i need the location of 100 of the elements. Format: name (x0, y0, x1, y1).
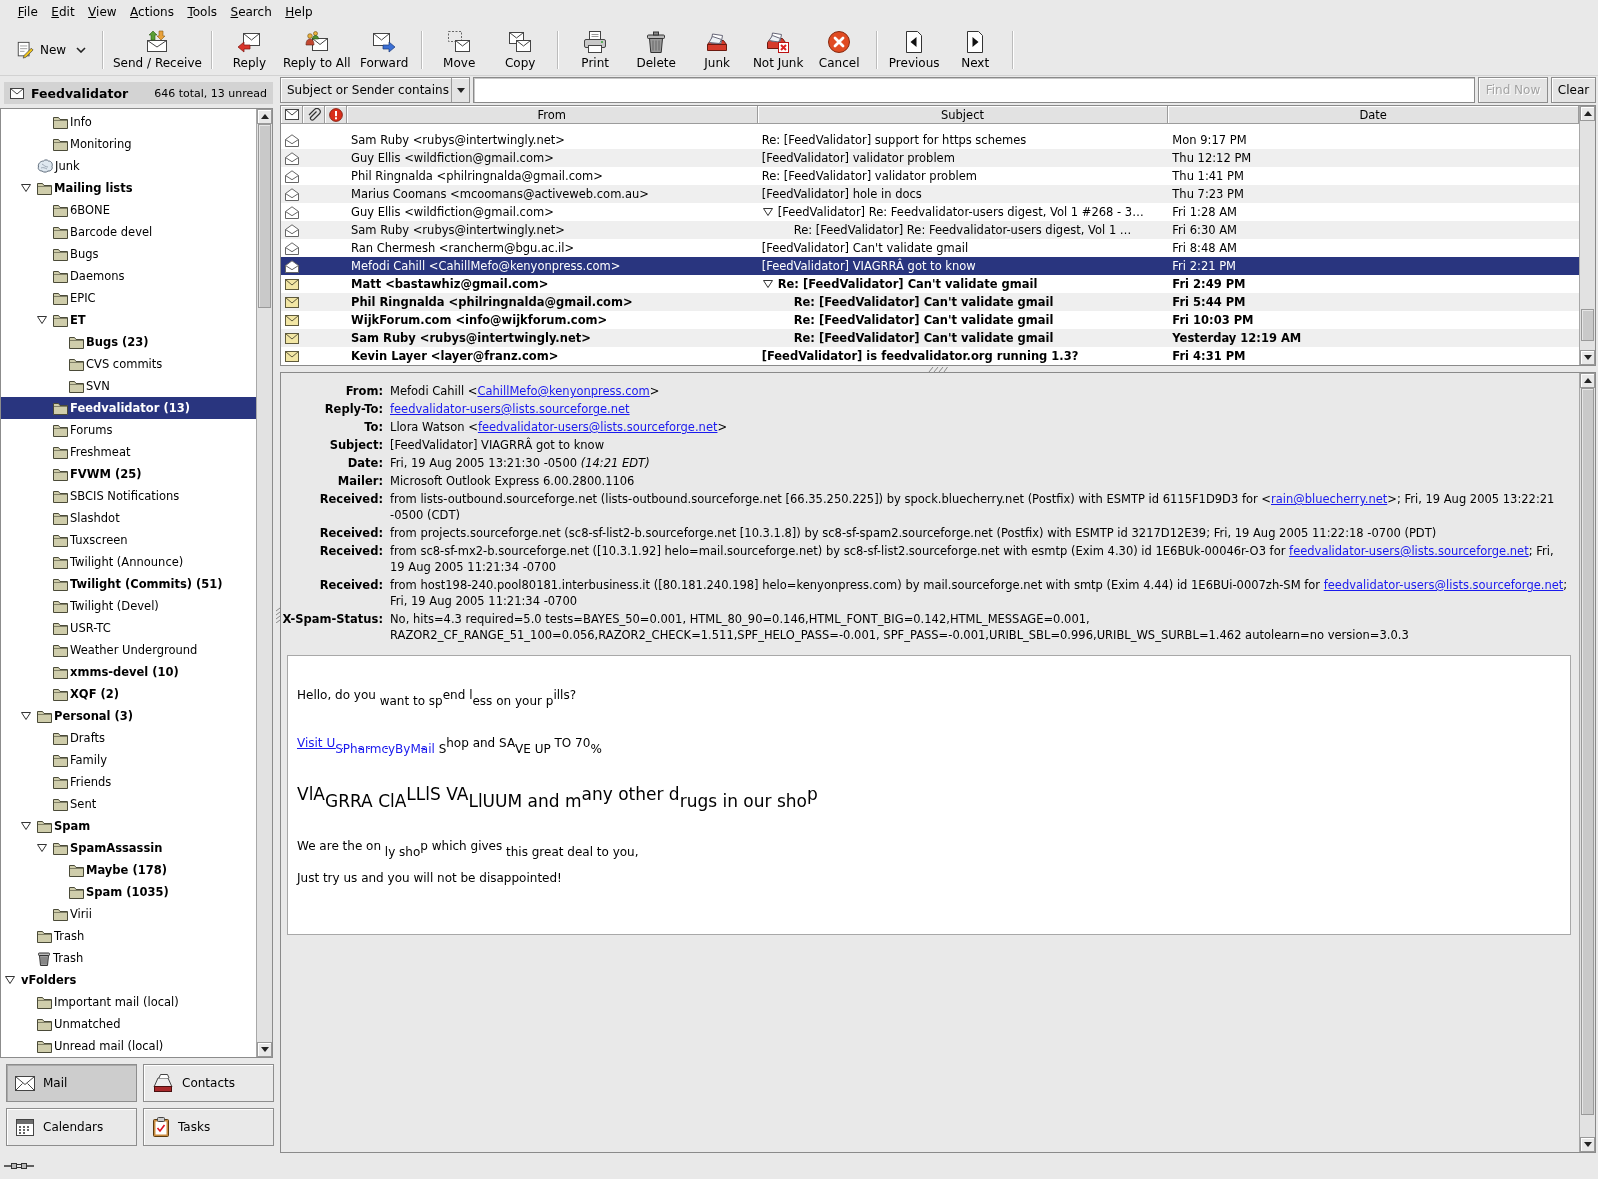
resize-grip-icon[interactable] (276, 606, 280, 623)
folder-item[interactable]: CVS commits (1, 353, 256, 375)
triangle-down-icon[interactable] (37, 316, 47, 324)
folder-item[interactable]: Monitoring (1, 133, 256, 155)
scroll-down-button[interactable] (257, 1042, 272, 1057)
menu-item[interactable]: File (11, 2, 45, 22)
switcher-button[interactable]: Calendars (6, 1108, 137, 1146)
reply-all-button[interactable]: Reply to All (279, 25, 354, 74)
email-link[interactable]: feedvalidator-users@lists.sourceforge.net (1289, 544, 1529, 558)
folder-item[interactable]: Mailing lists (1, 177, 256, 199)
folder-item[interactable]: Unmatched (1, 1013, 256, 1035)
column-header[interactable] (325, 106, 347, 124)
folder-item[interactable]: Info (1, 111, 256, 133)
junk-button[interactable]: Junk (686, 25, 748, 74)
folder-item[interactable]: Important mail (local) (1, 991, 256, 1013)
folder-item[interactable]: Forums (1, 419, 256, 441)
folder-item[interactable]: Feedvalidator (13) (1, 397, 256, 419)
triangle-down-icon[interactable] (21, 822, 31, 830)
column-header[interactable] (281, 106, 303, 124)
folder-item[interactable]: ET (1, 309, 256, 331)
forward-button[interactable]: Forward (353, 25, 415, 74)
folder-item[interactable]: Freshmeat (1, 441, 256, 463)
switcher-button[interactable]: Mail (6, 1064, 137, 1102)
move-button[interactable]: Move (428, 25, 490, 74)
message-row[interactable]: Sam Ruby <rubys@intertwingly.net> Re: [FeedValidator] Re: Feedvalidator-users digest, Vol 1 … Fri 6:30 AM (281, 221, 1579, 239)
folder-item[interactable]: 6BONE (1, 199, 256, 221)
folder-item[interactable]: vFolders (1, 969, 256, 991)
scrollbar-thumb[interactable] (258, 124, 271, 308)
email-link[interactable]: feedvalidator-users@lists.sourceforge.net (477, 420, 718, 434)
cancel-button[interactable]: Cancel (808, 25, 870, 74)
folder-item[interactable]: Bugs (23) (1, 331, 256, 353)
scrollbar[interactable] (1579, 106, 1595, 365)
triangle-down-icon[interactable] (21, 712, 31, 720)
search-field[interactable] (473, 77, 1475, 103)
folder-item[interactable]: SBCIS Notifications (1, 485, 256, 507)
folder-item[interactable]: EPIC (1, 287, 256, 309)
folder-item[interactable]: Tuxscreen (1, 529, 256, 551)
folder-item[interactable]: Virii (1, 903, 256, 925)
folder-item[interactable]: Family (1, 749, 256, 771)
scroll-up-button[interactable] (1580, 373, 1595, 388)
email-link[interactable]: feedvalidator-users@lists.sourceforge.net (390, 402, 630, 416)
folder-item[interactable]: FVWM (25) (1, 463, 256, 485)
folder-item[interactable]: Drafts (1, 727, 256, 749)
folder-item[interactable]: Weather Underground (1, 639, 256, 661)
folder-item[interactable]: USR-TC (1, 617, 256, 639)
column-header[interactable]: From (347, 106, 758, 124)
column-header[interactable]: Date (1168, 106, 1579, 124)
message-row[interactable]: Marius Coomans <mcoomans@activeweb.com.au> [FeedValidator] hole in docs Thu 7:23 PM (281, 185, 1579, 203)
print-button[interactable]: Print (564, 25, 626, 74)
email-link[interactable]: rain@bluecherry.net (1271, 492, 1388, 506)
message-row[interactable]: Guy Ellis <wildfiction@gmail.com> [FeedValidator] validator problem Thu 12:12 PM (281, 149, 1579, 167)
folder-item[interactable]: Spam (1035) (1, 881, 256, 903)
search-scope-dropdown[interactable]: Subject or Sender contains (280, 77, 470, 103)
scrollbar-thumb[interactable] (1581, 388, 1594, 1115)
folder-item[interactable]: Sent (1, 793, 256, 815)
menu-item[interactable]: Tools (180, 2, 224, 22)
menu-item[interactable]: Edit (44, 2, 82, 22)
menu-item[interactable]: View (81, 2, 124, 22)
column-header[interactable] (303, 106, 325, 124)
scroll-down-button[interactable] (1580, 350, 1595, 365)
folder-item[interactable]: Spam (1, 815, 256, 837)
reply-button[interactable]: Reply (218, 25, 280, 74)
triangle-down-icon[interactable] (5, 976, 15, 984)
folder-item[interactable]: Unread mail (local) (1, 1035, 256, 1057)
menu-item[interactable]: Search (223, 2, 279, 22)
folder-item[interactable]: Twilight (Commits) (51) (1, 573, 256, 595)
send-receive-button[interactable]: Send / Receive (110, 25, 205, 74)
next-button[interactable]: Next (944, 25, 1006, 74)
folder-item[interactable]: Twilight (Announce) (1, 551, 256, 573)
triangle-down-icon[interactable] (762, 208, 773, 216)
folder-item[interactable]: Trash (1, 925, 256, 947)
message-row[interactable]: Sam Ruby <rubys@intertwingly.net> Re: [FeedValidator] Can't validate gmail Yesterday 12:19 AM (281, 329, 1579, 347)
folder-item[interactable]: SpamAssassin (1, 837, 256, 859)
folder-item[interactable]: Barcode devel (1, 221, 256, 243)
scrollbar[interactable] (256, 109, 272, 1057)
scrollbar[interactable] (1579, 373, 1595, 1152)
new-button[interactable]: New (12, 25, 96, 74)
folder-item[interactable]: Personal (3) (1, 705, 256, 727)
folder-item[interactable]: Maybe (178) (1, 859, 256, 881)
scroll-down-button[interactable] (1580, 1137, 1595, 1152)
delete-button[interactable]: Delete (625, 25, 687, 74)
folder-item[interactable]: SVN (1, 375, 256, 397)
folder-item[interactable]: XQF (2) (1, 683, 256, 705)
menu-item[interactable]: Actions (123, 2, 181, 22)
folder-item[interactable]: Twilight (Devel) (1, 595, 256, 617)
resize-grip-icon[interactable] (928, 366, 948, 372)
clear-button[interactable]: Clear (1551, 77, 1596, 103)
scroll-up-button[interactable] (1580, 106, 1595, 121)
not-junk-button[interactable]: Not Junk (747, 25, 809, 74)
folder-item[interactable]: Bugs (1, 243, 256, 265)
triangle-down-icon[interactable] (21, 184, 31, 192)
message-row[interactable]: Phil Ringnalda <philringnalda@gmail.com> Re: [FeedValidator] Can't validate gmail Fri 5:44 PM (281, 293, 1579, 311)
folder-item[interactable]: Slashdot (1, 507, 256, 529)
previous-button[interactable]: Previous (883, 25, 945, 74)
switcher-button[interactable]: Contacts (143, 1064, 274, 1102)
column-header[interactable]: Subject (757, 106, 1169, 124)
triangle-down-icon[interactable] (37, 844, 47, 852)
scroll-up-button[interactable] (257, 109, 272, 124)
folder-item[interactable]: Junk (1, 155, 256, 177)
folder-item[interactable]: xmms-devel (10) (1, 661, 256, 683)
